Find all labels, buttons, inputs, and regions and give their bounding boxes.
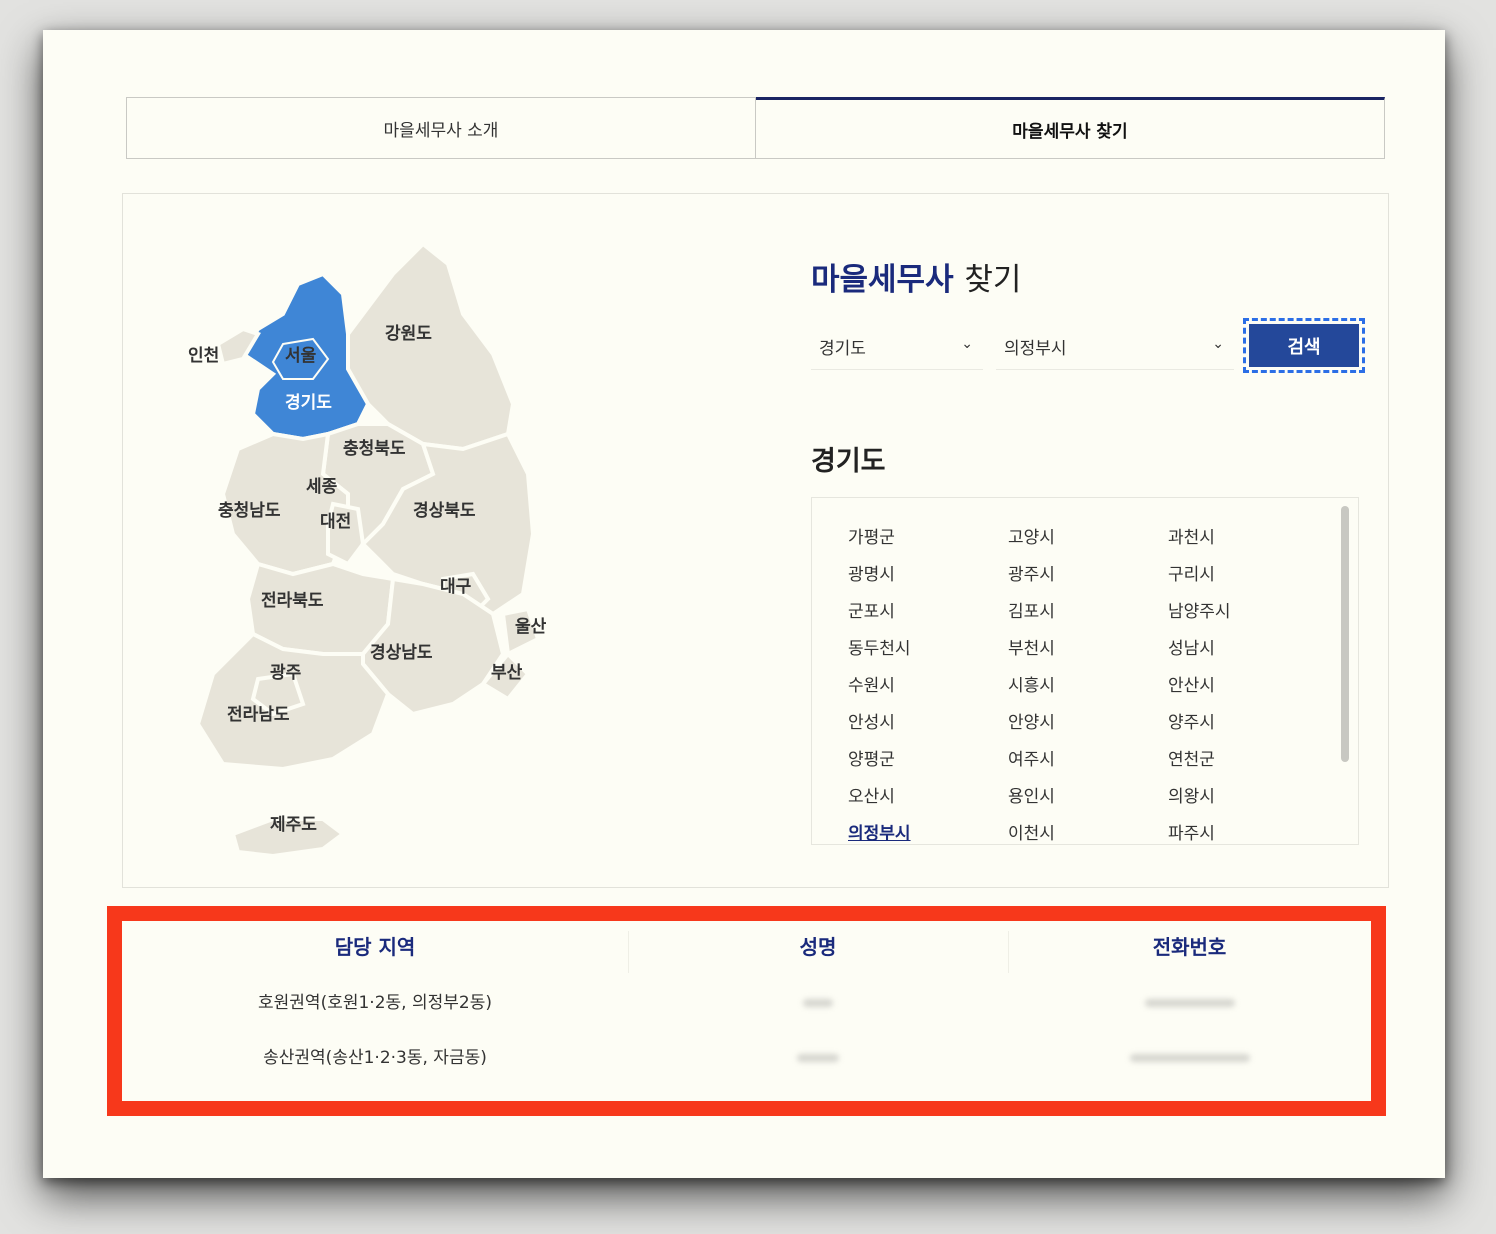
city-item[interactable]: 동두천시 (848, 631, 1008, 668)
header-area: 담당 지역 (334, 935, 416, 959)
city-item[interactable]: 연천군 (1168, 742, 1288, 779)
city-list-scrollbar[interactable] (1341, 506, 1349, 762)
result-col-name: 성명 (628, 921, 1008, 1101)
city-item[interactable]: 고양시 (1008, 520, 1168, 557)
city-item[interactable]: 수원시 (848, 668, 1008, 705)
search-title: 마을세무사 찾기 (811, 254, 1021, 299)
search-title-sub: 찾기 (964, 262, 1022, 298)
map-label-daejeon: 대전 (320, 512, 351, 532)
province-select[interactable]: 경기도 ⌄ (811, 324, 983, 370)
city-item[interactable]: 파주시 (1168, 816, 1288, 844)
province-select-value: 경기도 (819, 339, 866, 359)
city-item[interactable]: 양평군 (848, 742, 1008, 779)
page-card: 마을세무사 소개 마을세무사 찾기 인천 서울 강원도 경기도 충청북도 세종 … (43, 30, 1445, 1178)
row-2-name-redacted (628, 1031, 1008, 1086)
city-item[interactable]: 오산시 (848, 779, 1008, 816)
header-phone: 전화번호 (1152, 935, 1227, 959)
korea-map-svg: 인천 서울 강원도 경기도 충청북도 세종 충청남도 대전 경상북도 대구 전라… (188, 241, 547, 859)
map-label-ulsan: 울산 (515, 617, 547, 637)
search-title-main: 마을세무사 (811, 262, 954, 298)
map-label-jeju: 제주도 (270, 815, 317, 835)
map-label-sejong: 세종 (306, 477, 338, 497)
city-item[interactable]: 부천시 (1008, 631, 1168, 668)
chevron-down-icon: ⌄ (1212, 336, 1224, 352)
city-item[interactable]: 안양시 (1008, 705, 1168, 742)
map-label-gwangju: 광주 (270, 663, 302, 683)
row-2-area: 송산권역(송산1·2·3동, 자금동) (263, 1048, 487, 1068)
city-grid: 가평군 고양시 과천시광명시 광주시 구리시군포시 김포시 남양주시동두천시 부천시 성남시수원… (848, 520, 1288, 844)
city-item[interactable]: 안산시 (1168, 668, 1288, 705)
city-select-value: 의정부시 (1004, 339, 1067, 359)
header-name: 성명 (799, 935, 837, 959)
tab-introduction[interactable]: 마을세무사 소개 (126, 97, 756, 159)
chevron-down-icon: ⌄ (961, 336, 973, 352)
city-item[interactable]: 의왕시 (1168, 779, 1288, 816)
result-col-area: 담당 지역 호원권역(호원1·2동, 의정부2동) 송산권역(송산1·2·3동,… (122, 921, 628, 1101)
city-item[interactable]: 여주시 (1008, 742, 1168, 779)
city-item[interactable]: 군포시 (848, 594, 1008, 631)
map-region-gangwon[interactable] (346, 241, 516, 452)
tab-find-tax-accountant[interactable]: 마을세무사 찾기 (756, 97, 1385, 159)
map-label-busan: 부산 (491, 663, 523, 683)
city-select[interactable]: 의정부시 ⌄ (996, 324, 1234, 370)
search-button[interactable]: 검색 (1243, 318, 1365, 373)
map-label-gangwon: 강원도 (385, 324, 432, 344)
city-item[interactable]: 성남시 (1168, 631, 1288, 668)
city-item[interactable]: 남양주시 (1168, 594, 1288, 631)
city-item[interactable]: 의정부시 (848, 816, 1008, 844)
map-label-incheon: 인천 (188, 346, 219, 366)
region-title: 경기도 (811, 446, 886, 477)
city-list: 가평군 고양시 과천시광명시 광주시 구리시군포시 김포시 남양주시동두천시 부천시 성남시수원… (811, 497, 1359, 845)
city-item[interactable]: 안성시 (848, 705, 1008, 742)
map-label-gyeongbuk: 경상북도 (413, 501, 476, 521)
search-button-label: 검색 (1249, 324, 1359, 367)
city-item[interactable]: 시흥시 (1008, 668, 1168, 705)
city-item[interactable]: 양주시 (1168, 705, 1288, 742)
city-item[interactable]: 이천시 (1008, 816, 1168, 844)
city-item[interactable]: 과천시 (1168, 520, 1288, 557)
map-label-chungbuk: 충청북도 (343, 438, 406, 459)
map-label-chungnam: 충청남도 (218, 500, 281, 521)
city-item[interactable]: 광명시 (848, 557, 1008, 594)
row-1-area: 호원권역(호원1·2동, 의정부2동) (258, 993, 492, 1013)
result-col-phone: 전화번호 (1008, 921, 1371, 1101)
map-label-daegu: 대구 (440, 577, 472, 597)
row-1-phone-redacted (1008, 976, 1371, 1031)
city-item[interactable]: 구리시 (1168, 557, 1288, 594)
map-label-gyeongnam: 경상남도 (370, 643, 433, 663)
city-item[interactable]: 광주시 (1008, 557, 1168, 594)
tab-bar: 마을세무사 소개 마을세무사 찾기 (126, 97, 1385, 159)
row-2-phone-redacted (1008, 1031, 1371, 1086)
city-item[interactable]: 용인시 (1008, 779, 1168, 816)
search-panel: 인천 서울 강원도 경기도 충청북도 세종 충청남도 대전 경상북도 대구 전라… (122, 193, 1389, 888)
map-label-jeonnam: 전라남도 (227, 705, 290, 725)
row-1-name-redacted (628, 976, 1008, 1031)
korea-map: 인천 서울 강원도 경기도 충청북도 세종 충청남도 대전 경상북도 대구 전라… (163, 234, 603, 874)
map-label-gyeonggi: 경기도 (285, 393, 332, 413)
map-label-seoul: 서울 (285, 346, 317, 366)
city-item[interactable]: 가평군 (848, 520, 1008, 557)
result-table: 담당 지역 호원권역(호원1·2동, 의정부2동) 송산권역(송산1·2·3동,… (107, 906, 1386, 1116)
map-label-jeonbuk: 전라북도 (261, 591, 324, 611)
city-item[interactable]: 김포시 (1008, 594, 1168, 631)
